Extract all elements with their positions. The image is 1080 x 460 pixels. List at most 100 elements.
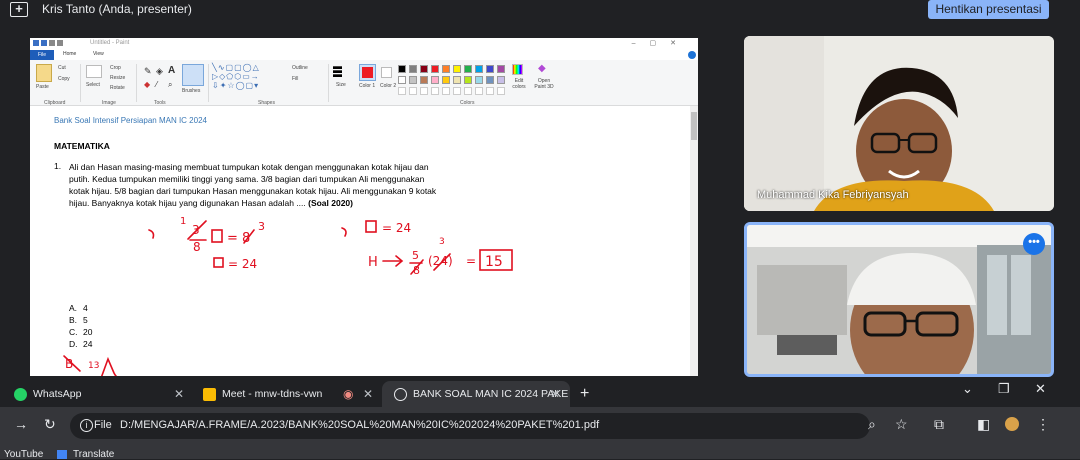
eraser-icon[interactable]: ◆ <box>144 80 150 89</box>
stop-presenting-button[interactable]: Hentikan presentasi <box>928 0 1049 19</box>
new-tab-button[interactable]: + <box>580 381 589 407</box>
paint3d-icon[interactable]: ◆ <box>538 63 546 74</box>
close-tab-icon[interactable]: ✕ <box>550 381 560 407</box>
resize-button[interactable]: Resize <box>110 75 125 81</box>
palette-swatch[interactable] <box>431 76 439 84</box>
palette-swatch[interactable] <box>497 65 505 73</box>
ink-bullet <box>148 229 155 239</box>
crop-button[interactable]: Crop <box>110 65 121 71</box>
paste-icon[interactable] <box>36 64 52 82</box>
palette-swatch-empty[interactable] <box>420 87 428 95</box>
palette-swatch[interactable] <box>453 65 461 73</box>
outline-button[interactable]: Outline <box>292 65 308 71</box>
paint-canvas[interactable]: Bank Soal Intensif Persiapan MAN IC 2024… <box>30 106 698 376</box>
fill-button[interactable]: Fill <box>292 76 298 82</box>
palette-swatch[interactable] <box>464 65 472 73</box>
text-tool-icon[interactable]: A <box>168 65 175 76</box>
info-icon[interactable]: i <box>80 419 93 432</box>
size-icon[interactable]: ▬ ▬ ▬ <box>333 62 342 79</box>
palette-swatch[interactable] <box>497 76 505 84</box>
profile-avatar[interactable] <box>1005 417 1019 431</box>
palette-swatch-empty[interactable] <box>475 87 483 95</box>
bookmark-youtube[interactable]: YouTube <box>4 449 43 460</box>
palette-swatch[interactable] <box>420 65 428 73</box>
palette-swatch[interactable] <box>475 65 483 73</box>
palette-swatch[interactable] <box>486 65 494 73</box>
edit-colors-icon[interactable] <box>512 64 523 75</box>
brushes-icon[interactable] <box>182 64 204 86</box>
url-text[interactable]: D:/MENGAJAR/A.FRAME/A.2023/BANK%20SOAL%2… <box>120 419 599 431</box>
whatsapp-icon <box>14 387 27 401</box>
select-icon[interactable] <box>86 65 102 78</box>
color2-button[interactable] <box>381 67 392 78</box>
palette-swatch[interactable] <box>464 76 472 84</box>
chevron-down-icon[interactable]: ⌄ <box>962 381 973 397</box>
palette-swatch[interactable] <box>486 76 494 84</box>
svg-text:3: 3 <box>439 237 445 247</box>
paint-window-title: Untitled - Paint <box>90 40 130 46</box>
paint-tab-home[interactable]: Home <box>63 51 76 57</box>
bookmarks-bar: YouTube Translate <box>0 445 1080 460</box>
zoom-icon[interactable]: ⌕ <box>868 416 876 433</box>
palette-swatch[interactable] <box>475 76 483 84</box>
palette-swatch[interactable] <box>442 65 450 73</box>
palette-swatch[interactable] <box>420 76 428 84</box>
canvas-scrollbar[interactable] <box>690 106 698 376</box>
palette-swatch-empty[interactable] <box>398 87 406 95</box>
browser-tab-bar: WhatsApp ✕ Meet - mnw-tdns-vwn ◉ ✕ BANK … <box>0 377 1080 407</box>
color1-button[interactable] <box>359 64 376 81</box>
palette-swatch[interactable] <box>409 65 417 73</box>
color1-label: Color 1 <box>359 83 376 89</box>
palette-swatch[interactable] <box>442 76 450 84</box>
tab-title: WhatsApp <box>33 388 82 400</box>
close-tab-icon[interactable]: ✕ <box>174 381 184 407</box>
extensions-icon[interactable]: ⧉ <box>934 416 944 433</box>
window-controls[interactable]: –▢✕ <box>632 39 690 47</box>
meet-icon <box>203 387 216 401</box>
magnifier-icon[interactable]: ⌕ <box>168 80 172 90</box>
shapes-gallery[interactable]: ╲∿▢▢◯△ ▷◇⬠⬡▭→ ⇩✦☆◯▢▾ <box>212 63 260 90</box>
paint-tab-file[interactable]: File <box>30 50 54 60</box>
paste-label: Paste <box>36 84 49 90</box>
palette-swatch-empty[interactable] <box>464 87 472 95</box>
paint-tab-view[interactable]: View <box>93 51 104 57</box>
rotate-button[interactable]: Rotate <box>110 85 125 91</box>
fill-icon[interactable]: ◈ <box>156 66 163 77</box>
palette-swatch-empty[interactable] <box>409 87 417 95</box>
palette-swatch-empty[interactable] <box>486 87 494 95</box>
recording-icon: ◉ <box>343 387 354 401</box>
tab-whatsapp[interactable]: WhatsApp ✕ <box>14 381 192 407</box>
copy-button[interactable]: Copy <box>58 76 70 82</box>
palette-swatch[interactable] <box>398 76 406 84</box>
palette-swatch-empty[interactable] <box>453 87 461 95</box>
svg-text:13: 13 <box>88 361 99 371</box>
restore-window-button[interactable]: ❐ <box>998 381 1010 397</box>
menu-icon[interactable]: ⋮ <box>1036 416 1050 433</box>
close-tab-icon[interactable]: ✕ <box>363 381 373 407</box>
reload-icon[interactable]: ↻ <box>44 416 56 433</box>
palette-swatch-empty[interactable] <box>497 87 505 95</box>
edit-colors-label: Edit colors <box>512 78 526 90</box>
quick-access-toolbar[interactable] <box>33 40 77 47</box>
color-picker-icon[interactable]: ⁄ <box>156 80 157 89</box>
more-options-icon[interactable]: ••• <box>1023 233 1045 255</box>
palette-swatch[interactable] <box>453 76 461 84</box>
palette-swatch-empty[interactable] <box>442 87 450 95</box>
help-icon[interactable] <box>688 51 696 59</box>
bookmark-translate[interactable]: Translate <box>57 449 114 460</box>
close-window-button[interactable]: ✕ <box>1035 381 1046 397</box>
pencil-icon[interactable]: ✎ <box>144 66 152 77</box>
forward-icon[interactable]: → <box>14 416 28 432</box>
participant-tile-2[interactable]: ••• <box>744 222 1054 377</box>
palette-swatch[interactable] <box>431 65 439 73</box>
palette-swatch-empty[interactable] <box>431 87 439 95</box>
palette-swatch[interactable] <box>409 76 417 84</box>
bookmark-star-icon[interactable]: ☆ <box>895 416 908 433</box>
side-panel-icon[interactable]: ◧ <box>977 416 990 433</box>
tab-meet[interactable]: Meet - mnw-tdns-vwn ◉ ✕ <box>203 381 373 407</box>
address-bar[interactable]: i File D:/MENGAJAR/A.FRAME/A.2023/BANK%2… <box>70 413 870 439</box>
participant-tile-1[interactable]: Muhammad Kika Febriyansyah <box>744 36 1054 211</box>
palette-swatch[interactable] <box>398 65 406 73</box>
tab-pdf[interactable]: BANK SOAL MAN IC 2024 PAKE ✕ <box>382 381 570 407</box>
cut-button[interactable]: Cut <box>58 65 66 71</box>
